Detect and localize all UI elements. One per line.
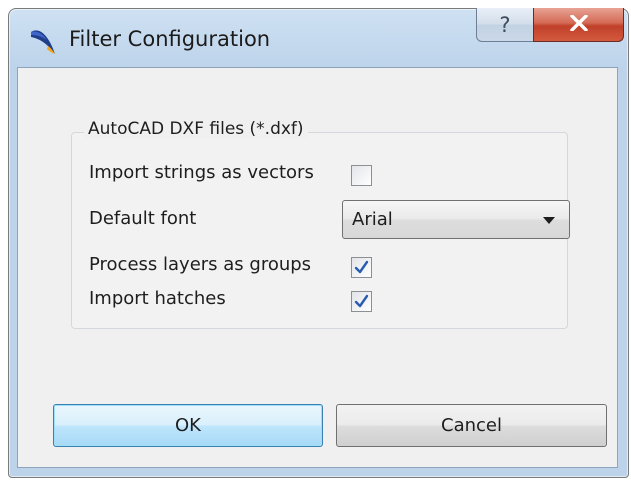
filter-configuration-dialog: Filter Configuration ? AutoCAD DXF files… [8,8,629,478]
close-button[interactable] [533,8,624,42]
chevron-down-icon [543,217,555,224]
process-layers-label: Process layers as groups [89,254,312,275]
help-button[interactable]: ? [476,8,534,42]
dialog-body: AutoCAD DXF files (*.dxf) Import strings… [17,67,618,468]
title-bar: Filter Configuration ? [9,8,628,67]
process-layers-checkbox[interactable] [351,257,372,278]
check-mark-icon [354,294,369,308]
import-strings-checkbox[interactable] [351,165,372,186]
app-icon [28,25,58,57]
question-mark-icon: ? [499,12,511,37]
default-font-label: Default font [89,208,197,229]
group-title: AutoCAD DXF files (*.dxf) [84,119,308,139]
import-hatches-checkbox[interactable] [351,291,372,312]
default-font-select[interactable]: Arial [342,200,570,239]
default-font-value: Arial [352,209,393,230]
ok-button[interactable]: OK [53,404,323,447]
check-mark-icon [354,260,369,274]
window-title: Filter Configuration [69,27,271,51]
dxf-options-group: AutoCAD DXF files (*.dxf) Import strings… [71,119,570,329]
cancel-button[interactable]: Cancel [336,404,607,447]
import-hatches-label: Import hatches [89,288,226,309]
import-strings-label: Import strings as vectors [89,162,314,183]
close-icon [569,12,588,37]
